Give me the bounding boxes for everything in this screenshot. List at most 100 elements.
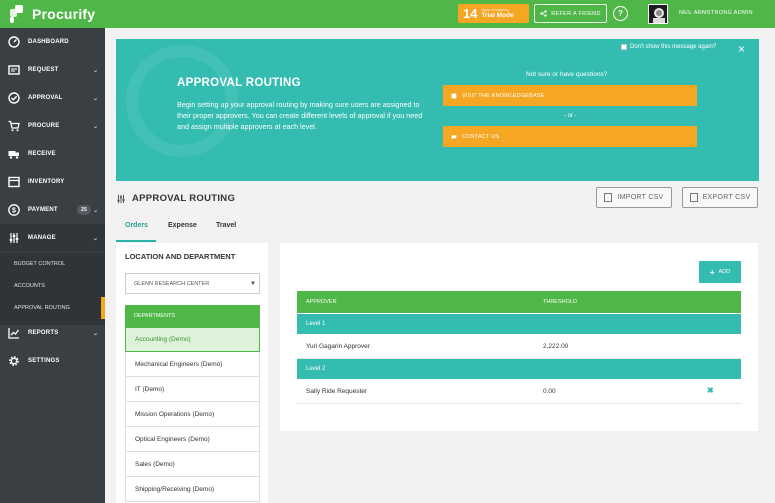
routing-table-header: APPROVER THRESHOLD <box>297 291 741 313</box>
import-csv-button[interactable]: IMPORT CSV <box>596 187 672 208</box>
department-item[interactable]: Sales (Demo) <box>125 452 260 477</box>
trial-days: 14 <box>463 6 478 21</box>
chevron-down-icon: ⌄ <box>93 236 99 242</box>
check-circle-icon <box>8 92 20 104</box>
share-icon <box>540 10 548 17</box>
chat-icon <box>451 134 457 139</box>
trial-badge[interactable]: 14 days remaining Trial Mode <box>458 4 529 23</box>
truck-icon <box>8 151 19 159</box>
chevron-down-icon: ⌄ <box>93 331 99 337</box>
help-icon[interactable]: ? <box>613 6 628 21</box>
table-row[interactable]: Yuri Gagarin Approver 2,222.00 <box>297 334 741 359</box>
close-icon[interactable]: × <box>738 42 745 56</box>
add-label: ADD <box>718 269 731 275</box>
add-approver-button[interactable]: + ADD <box>699 261 741 283</box>
sidebar-item-inventory[interactable]: INVENTORY <box>0 168 105 196</box>
app-logo[interactable]: Procurify <box>10 5 95 23</box>
or-divider: - or - <box>564 113 577 119</box>
request-icon <box>8 65 20 75</box>
sidebar-item-label: DASHBOARD <box>28 39 69 45</box>
sidebar-item-label: RECEIVE <box>28 151 56 157</box>
refer-label: REFER A FRIEND <box>551 10 601 17</box>
dont-show-again-checkbox[interactable]: Don't show this message again? <box>621 44 716 50</box>
trial-mode-label: Trial Mode <box>481 12 514 19</box>
dont-show-label: Don't show this message again? <box>630 44 717 50</box>
caret-down-icon: ▼ <box>250 281 256 287</box>
document-icon <box>604 193 613 202</box>
threshold-value: 2,222.00 <box>543 343 569 350</box>
tab-expense[interactable]: Expense <box>168 222 197 229</box>
location-department-panel: LOCATION AND DEPARTMENT GLENN RESEARCH C… <box>116 243 268 503</box>
department-item[interactable]: Mechanical Engineers (Demo) <box>125 352 260 377</box>
level-label: Level 1 <box>306 321 326 327</box>
sidebar-item-label: PAYMENT <box>28 207 58 213</box>
approval-routing-panel: + ADD APPROVER THRESHOLD Level 1 Yuri Ga… <box>280 243 758 431</box>
kb-button-label: VISIT THE KNOWLEDGEBASE <box>462 92 545 99</box>
approver-column-header: APPROVER <box>306 299 337 305</box>
sidebar-item-settings[interactable]: SETTINGS <box>0 347 105 375</box>
sidebar-item-payment[interactable]: $ PAYMENT 25 ⌄ <box>0 196 105 224</box>
export-label: EXPORT CSV <box>702 194 751 201</box>
departments-header: DEPARTMENTS <box>125 305 260 327</box>
active-tab-indicator <box>116 240 156 242</box>
sidebar-item-procure[interactable]: PROCURE ⌄ <box>0 112 105 140</box>
level-label: Level 2 <box>306 366 326 372</box>
level-header: Level 1 <box>297 314 741 334</box>
remove-icon[interactable]: ✖ <box>707 386 714 395</box>
sidebar-item-label: APPROVAL <box>28 95 63 101</box>
department-item[interactable]: Mission Operations (Demo) <box>125 402 260 427</box>
chevron-down-icon: ⌄ <box>93 124 99 130</box>
sidebar-item-manage[interactable]: MANAGE ⌄ <box>0 224 105 252</box>
user-name[interactable]: NEIL ARMSTRONG ADMIN <box>679 10 753 16</box>
chart-icon <box>8 328 20 339</box>
approval-routing-info-banner: Don't show this message again? × APPROVA… <box>116 39 759 181</box>
sidebar-item-label: PROCURE <box>28 123 60 129</box>
tab-travel[interactable]: Travel <box>216 222 236 229</box>
sidebar-item-label: REPORTS <box>28 330 59 336</box>
sliders-icon <box>9 233 19 243</box>
banner-description: Begin setting up your approval routing b… <box>177 100 423 131</box>
export-csv-button[interactable]: EXPORT CSV <box>682 187 758 208</box>
location-select[interactable]: GLENN RESEARCH CENTER ▼ <box>125 273 260 294</box>
contact-us-button[interactable]: CONTACT US <box>443 126 697 147</box>
active-indicator <box>101 297 105 319</box>
sidebar-item-label: SETTINGS <box>28 358 60 364</box>
book-icon <box>451 93 457 98</box>
document-icon <box>689 193 698 202</box>
table-row[interactable]: Sally Ride Requester 0.00 ✖ <box>297 379 741 404</box>
department-item[interactable]: Accounting (Demo) <box>125 327 260 352</box>
sidebar-item-receive[interactable]: RECEIVE <box>0 140 105 168</box>
sidebar-subitem-approval-routing[interactable]: APPROVAL ROUTING <box>14 305 70 311</box>
sidebar-item-dashboard[interactable]: DASHBOARD <box>0 28 105 56</box>
location-panel-title: LOCATION AND DEPARTMENT <box>125 252 236 261</box>
sidebar-item-label: REQUEST <box>28 67 59 73</box>
chevron-down-icon: ⌄ <box>93 208 99 214</box>
app-name: Procurify <box>32 6 96 22</box>
dollar-icon: $ <box>8 204 20 216</box>
refer-a-friend-button[interactable]: REFER A FRIEND <box>534 4 607 23</box>
sidebar-item-request[interactable]: REQUEST ⌄ <box>0 56 105 84</box>
sliders-icon <box>117 194 125 204</box>
location-select-value: GLENN RESEARCH CENTER <box>134 280 210 287</box>
payment-count-badge: 25 <box>77 205 91 215</box>
checkbox-icon[interactable] <box>621 44 627 50</box>
sidebar-item-label: INVENTORY <box>28 179 65 185</box>
chevron-down-icon: ⌄ <box>93 96 99 102</box>
sidebar-subitem-accounts[interactable]: ACCOUNTS <box>14 283 45 289</box>
sidebar-item-approval[interactable]: APPROVAL ⌄ <box>0 84 105 112</box>
sidebar-item-reports[interactable]: REPORTS ⌄ <box>0 319 105 347</box>
visit-knowledgebase-button[interactable]: VISIT THE KNOWLEDGEBASE <box>443 85 697 106</box>
threshold-column-header: THRESHOLD <box>543 299 577 305</box>
approver-name: Sally Ride Requester <box>306 388 368 395</box>
department-item[interactable]: IT (Demo) <box>125 377 260 402</box>
svg-text:$: $ <box>12 208 16 215</box>
gear-icon <box>9 356 19 366</box>
department-item[interactable]: Shipping/Receiving (Demo) <box>125 477 260 502</box>
level-header: Level 2 <box>297 359 741 379</box>
avatar[interactable] <box>648 4 668 24</box>
sidebar-subitem-budget-control[interactable]: BUDGET CONTROL <box>14 261 65 267</box>
plus-icon: + <box>709 267 715 277</box>
tab-orders[interactable]: Orders <box>125 222 148 229</box>
department-item[interactable]: Optical Engineers (Demo) <box>125 427 260 452</box>
page-title: APPROVAL ROUTING <box>132 193 236 204</box>
